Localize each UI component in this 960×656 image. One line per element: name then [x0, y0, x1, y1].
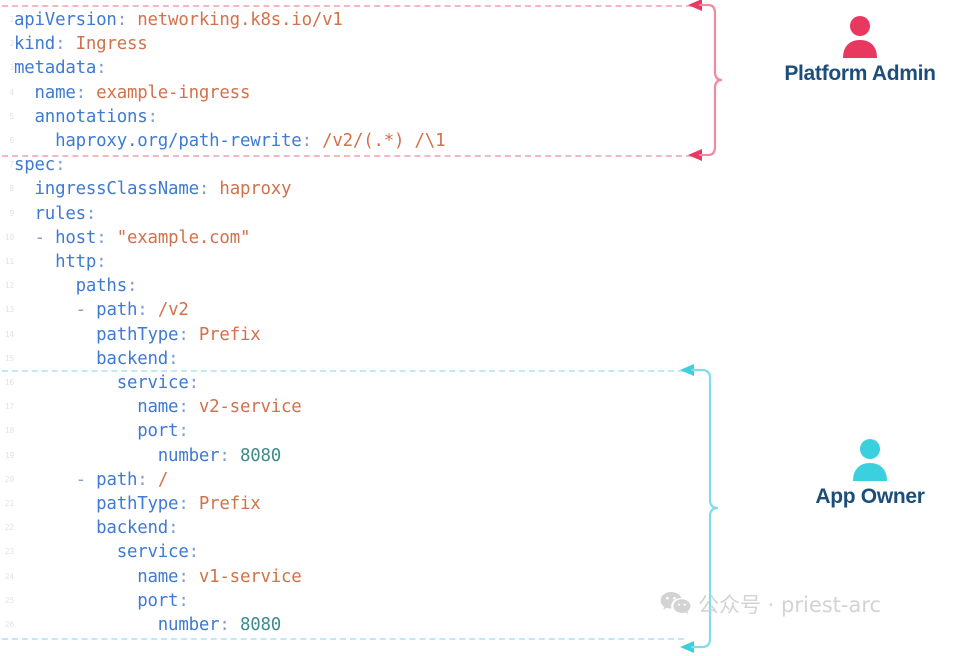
code-line-text: metadata:	[14, 58, 107, 79]
line-number: 12	[4, 281, 14, 291]
code-line: 8 ingressClassName: haproxy	[0, 177, 700, 201]
code-line-text: paths:	[14, 276, 138, 297]
code-line-text: name: v1-service	[14, 566, 302, 587]
line-number: 5	[9, 111, 14, 121]
code-line: 21 pathType: Prefix	[0, 492, 700, 516]
code-line-text: port:	[14, 590, 189, 611]
line-number: 10	[4, 232, 14, 242]
line-number: 24	[4, 571, 14, 581]
watermark: 公众号 · priest-arc	[660, 589, 881, 619]
line-number: 17	[4, 402, 14, 412]
code-line-text: ingressClassName: haproxy	[14, 179, 292, 200]
platform-admin-scope-bottom-rule	[2, 155, 692, 157]
code-line-text: haproxy.org/path-rewrite: /v2/(.*) /\1	[14, 131, 446, 152]
code-line-text: backend:	[14, 518, 179, 539]
code-line: 20 - path: /	[0, 468, 700, 492]
line-number: 22	[4, 523, 14, 533]
diagram-canvas: 1apiVersion: networking.k8s.io/v1 2kind: …	[0, 0, 960, 653]
line-number: 18	[4, 426, 14, 436]
line-number: 11	[4, 257, 14, 266]
code-line: 10 - host: "example.com"	[0, 226, 700, 250]
line-number: 26	[4, 620, 14, 629]
line-number: 2	[9, 39, 14, 49]
code-line-text: service:	[14, 542, 199, 563]
code-line-text: annotations:	[14, 106, 158, 127]
code-line-text: service:	[14, 373, 199, 394]
person-icon	[843, 16, 877, 58]
code-line: 11 http:	[0, 250, 700, 274]
code-line: 3metadata:	[0, 56, 700, 80]
code-line-text: number: 8080	[14, 615, 282, 636]
code-line: 6 haproxy.org/path-rewrite: /v2/(.*) /\1	[0, 129, 700, 153]
app-owner-scope-bottom-rule	[2, 638, 684, 640]
code-line-text: spec:	[14, 155, 66, 176]
code-line-text: apiVersion: networking.k8s.io/v1	[14, 10, 343, 31]
line-number: 14	[4, 329, 14, 339]
code-line: 18 port:	[0, 419, 700, 443]
line-number: 1	[9, 15, 14, 24]
code-line: 24 name: v1-service	[0, 565, 700, 589]
line-number: 6	[9, 136, 14, 145]
line-number: 3	[9, 63, 14, 73]
code-line: 23 service:	[0, 540, 700, 564]
line-number: 25	[4, 595, 14, 605]
code-line: 1apiVersion: networking.k8s.io/v1	[0, 8, 700, 32]
persona-app-owner: App Owner	[770, 437, 960, 509]
code-line-text: port:	[14, 421, 189, 442]
code-line-text: name: v2-service	[14, 397, 302, 418]
code-line: 2kind: Ingress	[0, 32, 700, 56]
code-line: 5 annotations:	[0, 105, 700, 129]
code-line: 16 service:	[0, 371, 700, 395]
code-line-text: - host: "example.com"	[14, 227, 251, 248]
code-line: 4 name: example-ingress	[0, 81, 700, 105]
platform-admin-brace	[688, 0, 723, 161]
code-line-text: pathType: Prefix	[14, 494, 261, 515]
code-line: 19 number: 8080	[0, 444, 700, 468]
code-line: 12 paths:	[0, 274, 700, 298]
platform-admin-scope-top-rule	[2, 5, 692, 7]
line-number: 9	[9, 208, 14, 218]
code-line: 25 port:	[0, 589, 700, 613]
code-line-text: kind: Ingress	[14, 34, 148, 55]
code-line-text: number: 8080	[14, 445, 282, 466]
app-owner-scope-top-rule	[2, 370, 684, 372]
code-line: 26 number: 8080	[0, 613, 700, 637]
code-line: 15 backend:	[0, 347, 700, 371]
watermark-text: 公众号 · priest-arc	[698, 593, 882, 617]
wechat-icon	[660, 592, 691, 614]
persona-platform-admin-label: Platform Admin	[784, 62, 936, 85]
line-number: 4	[9, 87, 14, 97]
line-number: 16	[4, 378, 14, 387]
line-number: 20	[4, 474, 14, 484]
code-line-text: rules:	[14, 203, 97, 224]
yaml-code-block: 1apiVersion: networking.k8s.io/v1 2kind: …	[0, 0, 700, 645]
code-line: 9 rules:	[0, 202, 700, 226]
code-line-text: - path: /v2	[14, 300, 189, 321]
persona-platform-admin: Platform Admin	[760, 14, 960, 86]
line-number: 21	[4, 499, 14, 508]
code-line: 14 pathType: Prefix	[0, 323, 700, 347]
persona-app-owner-label: App Owner	[815, 485, 925, 508]
line-number: 23	[4, 547, 14, 557]
code-line: 17 name: v2-service	[0, 395, 700, 419]
code-line-text: pathType: Prefix	[14, 324, 261, 345]
line-number: 19	[4, 450, 14, 460]
code-line-text: name: example-ingress	[14, 82, 251, 103]
person-icon	[853, 439, 887, 481]
code-line-text: - path: /	[14, 469, 169, 490]
line-number: 8	[9, 184, 14, 194]
code-line-text: backend:	[14, 348, 179, 369]
line-number: 13	[4, 305, 14, 315]
code-line-text: http:	[14, 252, 107, 273]
line-number: 15	[4, 353, 14, 363]
code-line: 13 - path: /v2	[0, 298, 700, 322]
code-line: 22 backend:	[0, 516, 700, 540]
